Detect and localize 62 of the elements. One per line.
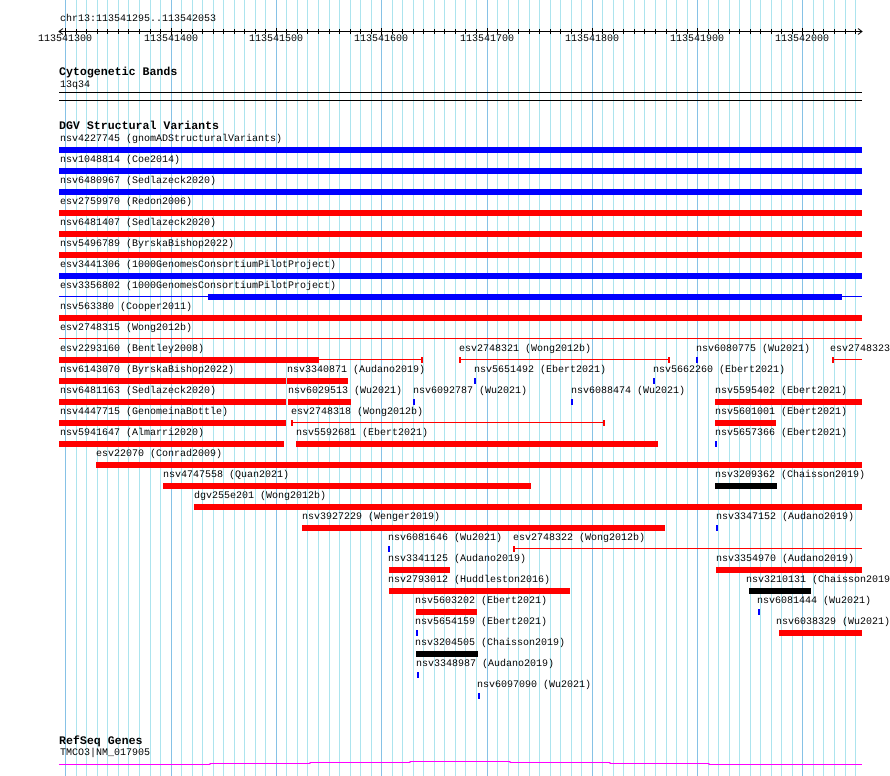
variant-label: nsv3354970 (Audano2019)	[716, 555, 854, 565]
variant-label: esv3356802 (1000GenomesConsortiumPilotProject)	[60, 282, 336, 292]
variant-label: nsv3210131 (Chaisson2019	[746, 576, 890, 586]
variant-label: esv2748315 (Wong2012b)	[60, 324, 192, 334]
variant-label: esv22070 (Conrad2009)	[96, 450, 222, 460]
variant-label: esv2748318 (Wong2012b)	[291, 408, 424, 418]
variant-label: nsv5657366 (Ebert2021)	[715, 429, 848, 439]
variant-label: nsv6092787 (Wu2021)	[413, 387, 528, 397]
variant-label: nsv6143070 (ByrskaBishop2022)	[60, 366, 234, 376]
gene-label: TMCO3|NM_017905	[60, 749, 150, 759]
variant-label: nsv5651492 (Ebert2021)	[474, 366, 606, 376]
cytoband-label: 13q34	[60, 81, 90, 91]
variant-label: nsv563380 (Cooper2011)	[60, 303, 192, 313]
ruler-tick-label: 113541800	[565, 35, 620, 45]
variant-label: nsv1048814 (Coe2014)	[60, 156, 180, 166]
variant-label: nsv3927229 (Wenger2019)	[302, 513, 440, 523]
variant-label: esv3441306 (1000GenomesConsortiumPilotProject)	[60, 261, 336, 271]
variant-label: esv2759970 (Redon2006)	[60, 198, 192, 208]
variant-label: esv2748321 (Wong2012b)	[459, 345, 592, 355]
variant-label: nsv6029513 (Wu2021)	[288, 387, 402, 397]
variant-label: nsv6480967 (Sedlazeck2020)	[60, 177, 216, 187]
variant-label: nsv5941647 (Almarri2020)	[60, 429, 204, 439]
ruler-tick-label: 113541700	[460, 35, 514, 45]
variant-label: nsv5496789 (ByrskaBishop2022)	[60, 240, 234, 250]
variant-label: nsv5595402 (Ebert2021)	[715, 387, 848, 397]
variant-label: nsv3209362 (Chaisson2019)	[715, 471, 866, 481]
variant-label: esv2293160 (Bentley2008)	[60, 345, 204, 355]
location-label: chr13:113541295..113542053	[60, 15, 216, 25]
variant-label: nsv6081444 (Wu2021)	[757, 597, 872, 607]
variant-label: nsv6097090 (Wu2021)	[477, 681, 592, 691]
variant-label: nsv4227745 (gnomADStructuralVariants)	[60, 135, 282, 145]
variant-label: nsv3348987 (Audano2019)	[416, 660, 554, 670]
ruler-tick-label: 113542000	[775, 35, 830, 45]
variant-label: nsv6088474 (Wu2021)	[571, 387, 686, 397]
variant-label: nsv3347152 (Audano2019)	[716, 513, 854, 523]
variant-label: nsv6038329 (Wu2021)	[776, 618, 890, 628]
variant-label: nsv5654159 (Ebert2021)	[415, 618, 548, 628]
track-title: DGV Structural Variants	[59, 121, 220, 133]
track-title: Cytogenetic Bands	[59, 67, 178, 79]
variant-label: nsv6481407 (Sedlazeck2020)	[60, 219, 216, 229]
variant-label: nsv4447715 (GenomeinaBottle)	[60, 408, 228, 418]
variant-label: nsv5603202 (Ebert2021)	[415, 597, 548, 607]
variant-label: nsv6080775 (Wu2021)	[696, 345, 810, 355]
variant-label: esv2748323	[830, 345, 890, 355]
variant-label: nsv5592681 (Ebert2021)	[296, 429, 428, 439]
variant-label: dgv255e201 (Wong2012b)	[194, 492, 326, 502]
variant-label: nsv3340871 (Audano2019)	[287, 366, 426, 376]
ruler-tick-label: 113541600	[354, 35, 408, 45]
ruler-tick-label: 113541900	[670, 35, 724, 45]
track-title: RefSeq Genes	[59, 736, 142, 748]
variant-label: nsv4747558 (Quan2021)	[163, 471, 290, 481]
variant-label: nsv5662260 (Ebert2021)	[653, 366, 786, 376]
ruler-tick-label: 113541300	[38, 35, 92, 45]
ruler-tick-label: 113541400	[144, 35, 198, 45]
variant-label: nsv3204505 (Chaisson2019)	[415, 639, 566, 649]
ruler-tick-label: 113541500	[249, 35, 304, 45]
variant-label: nsv6481163 (Sedlazeck2020)	[60, 387, 216, 397]
variant-label: nsv5601001 (Ebert2021)	[715, 408, 848, 418]
variant-label: nsv6081646 (Wu2021)	[388, 534, 502, 544]
variant-label: nsv2793012 (Huddleston2016)	[388, 576, 550, 586]
variant-label: nsv3341125 (Audano2019)	[388, 555, 526, 565]
variant-label: esv2748322 (Wong2012b)	[513, 534, 646, 544]
